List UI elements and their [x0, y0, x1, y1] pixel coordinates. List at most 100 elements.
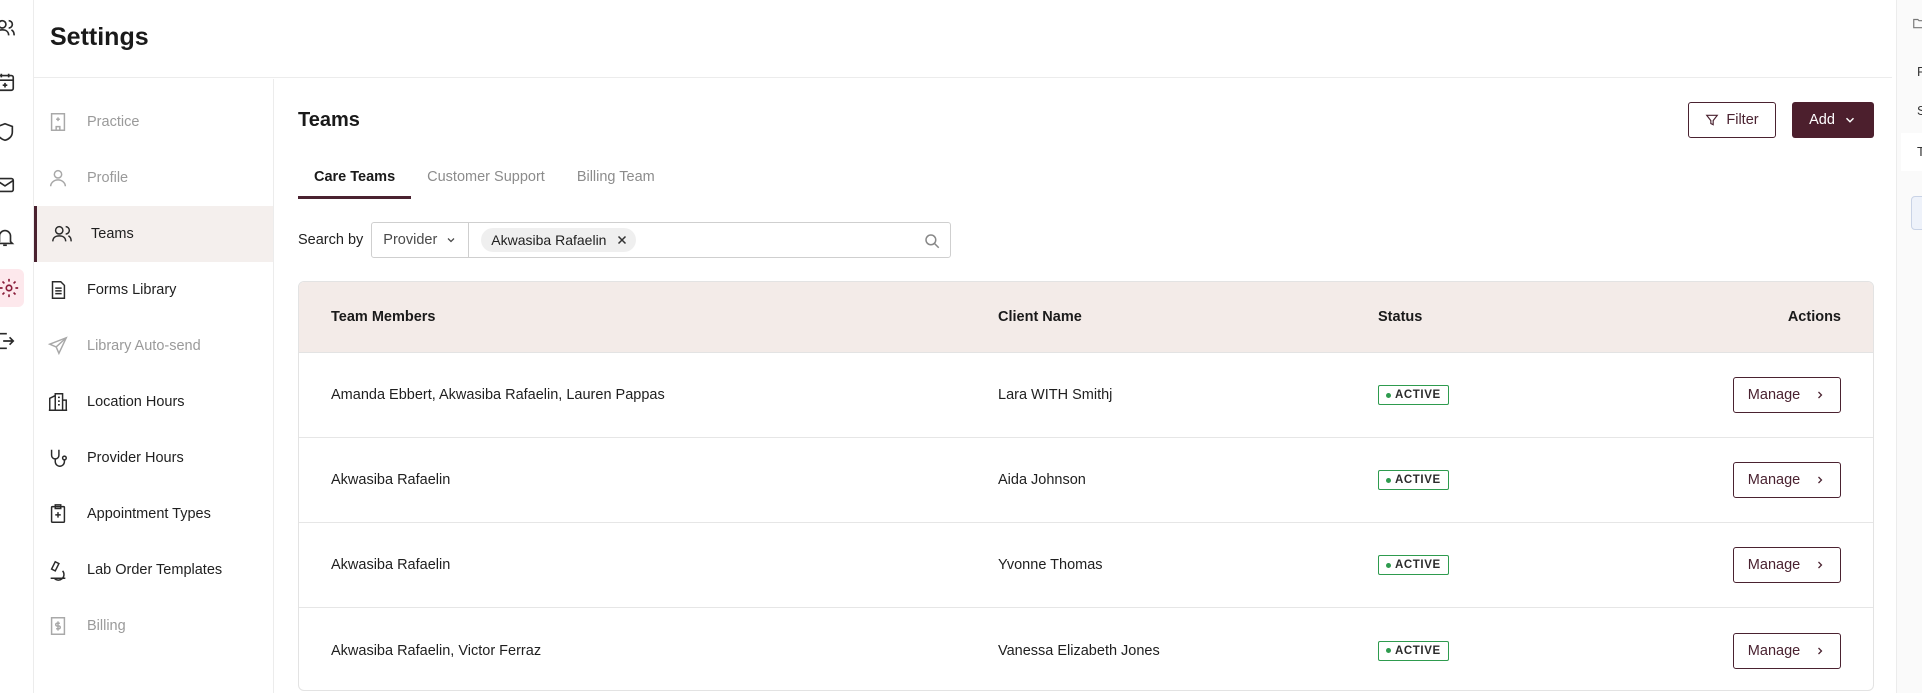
- manage-button[interactable]: Manage: [1733, 632, 1841, 669]
- filter-chip-label: Akwasiba Rafaelin: [491, 232, 607, 248]
- receipt-icon: [47, 615, 69, 637]
- teams-panel: Teams Filter Add Care Teams Customer Sup…: [274, 79, 1892, 693]
- manage-button[interactable]: Manage: [1733, 547, 1841, 583]
- chevron-right-icon: [1818, 647, 1823, 654]
- nav-item-provider-hours[interactable]: Provider Hours: [34, 430, 273, 486]
- search-icon[interactable]: [923, 232, 941, 250]
- nav-item-billing[interactable]: Billing: [34, 598, 273, 654]
- teams-table: Team Members Client Name Status Actions …: [298, 281, 1874, 691]
- side-panel-item[interactable]: T: [1917, 144, 1922, 159]
- client-name-cell: Vanessa Elizabeth Jones: [998, 642, 1160, 659]
- search-label: Search by: [298, 232, 364, 248]
- status-badge-label: ACTIVE: [1395, 389, 1441, 401]
- nav-item-profile[interactable]: Profile: [34, 150, 273, 206]
- nav-item-teams[interactable]: Teams: [34, 206, 273, 262]
- nav-item-label: Teams: [91, 226, 134, 242]
- table-row: Akwasiba Rafaelin, Victor Ferraz Vanessa…: [299, 608, 1873, 690]
- side-panel-item[interactable]: F: [1917, 64, 1922, 79]
- nav-item-location-hours[interactable]: Location Hours: [34, 374, 273, 430]
- actions-cell: Manage: [1733, 523, 1841, 607]
- mail-icon[interactable]: [0, 172, 18, 198]
- nav-item-practice[interactable]: Practice: [34, 94, 273, 150]
- nav-item-label: Appointment Types: [87, 506, 211, 522]
- users-icon[interactable]: [0, 15, 18, 41]
- nav-item-label: Practice: [87, 114, 140, 130]
- nav-item-label: Forms Library: [87, 282, 177, 298]
- chevron-down-icon: [1845, 117, 1854, 123]
- status-dot-icon: [1386, 392, 1391, 398]
- status-badge-label: ACTIVE: [1395, 474, 1441, 486]
- tab-billing-team[interactable]: Billing Team: [561, 167, 671, 199]
- close-icon[interactable]: [616, 234, 628, 246]
- city-icon: [47, 391, 69, 413]
- page-header: Settings: [34, 0, 1892, 78]
- manage-button[interactable]: Manage: [1733, 377, 1841, 413]
- status-dot-icon: [1386, 648, 1391, 653]
- gear-icon[interactable]: [0, 269, 24, 307]
- manage-button-label: Manage: [1747, 472, 1801, 488]
- side-panel-card[interactable]: [1911, 196, 1922, 230]
- settings-nav: Practice Profile Teams Forms Library Lib…: [34, 79, 274, 693]
- nav-item-library-auto-send[interactable]: Library Auto-send: [34, 318, 273, 374]
- filter-icon: [1705, 114, 1719, 126]
- status-badge-label: ACTIVE: [1395, 644, 1441, 657]
- status-badge: ACTIVE: [1378, 640, 1449, 661]
- search-input[interactable]: Provider Akwasiba Rafaelin: [371, 222, 952, 258]
- filter-button-label: Filter: [1726, 112, 1759, 128]
- tab-customer-support[interactable]: Customer Support: [411, 167, 561, 199]
- status-dot-icon: [1386, 562, 1391, 568]
- bell-icon[interactable]: [0, 224, 18, 250]
- status-cell: ACTIVE: [1378, 353, 1449, 437]
- calendar-icon[interactable]: [0, 69, 18, 95]
- filter-button[interactable]: Filter: [1688, 102, 1776, 138]
- search-field-select[interactable]: Provider: [372, 223, 470, 257]
- chevron-right-icon: [1818, 476, 1823, 484]
- nav-item-label: Billing: [87, 618, 126, 634]
- nav-item-lab-order-templates[interactable]: Lab Order Templates: [34, 542, 273, 598]
- search-field-value: Provider: [383, 232, 438, 248]
- client-name-cell: Aida Johnson: [998, 472, 1086, 488]
- status-dot-icon: [1386, 477, 1391, 483]
- team-members-cell: Akwasiba Rafaelin: [331, 472, 451, 488]
- tab-care-teams[interactable]: Care Teams: [298, 167, 412, 199]
- app-rail: [0, 0, 34, 693]
- nav-item-label: Lab Order Templates: [87, 562, 223, 578]
- client-name-cell: Yvonne Thomas: [998, 557, 1103, 573]
- side-panel-item[interactable]: S: [1917, 103, 1922, 118]
- chevron-right-icon: [1818, 561, 1823, 569]
- team-members-cell: Akwasiba Rafaelin, Victor Ferraz: [331, 642, 542, 659]
- team-members-cell: Akwasiba Rafaelin: [331, 557, 451, 573]
- table-row: Amanda Ebbert, Akwasiba Rafaelin, Lauren…: [299, 353, 1873, 438]
- users-icon: [51, 223, 73, 245]
- nav-item-label: Profile: [87, 170, 129, 186]
- column-header-actions: Actions: [1787, 309, 1841, 325]
- actions-cell: Manage: [1733, 353, 1841, 437]
- person-icon: [47, 167, 69, 189]
- manage-button[interactable]: Manage: [1733, 462, 1841, 498]
- nav-item-label: Provider Hours: [87, 450, 184, 466]
- search-row: Search by Provider Akwasiba Rafaelin: [298, 222, 952, 258]
- manage-button-label: Manage: [1747, 387, 1801, 403]
- actions-cell: Manage: [1733, 438, 1841, 522]
- shield-icon[interactable]: [0, 119, 18, 145]
- logout-icon[interactable]: [0, 328, 18, 354]
- column-header-team-members: Team Members: [331, 309, 436, 325]
- status-badge: ACTIVE: [1378, 470, 1449, 490]
- page-title: Settings: [50, 23, 149, 51]
- stethoscope-icon: [47, 447, 69, 469]
- status-badge-label: ACTIVE: [1395, 559, 1441, 571]
- send-icon: [47, 335, 69, 357]
- building-icon: [47, 111, 69, 133]
- nav-item-forms-library[interactable]: Forms Library: [34, 262, 273, 318]
- clipboard-plus-icon: [47, 503, 69, 525]
- manage-button-label: Manage: [1747, 557, 1801, 573]
- folder-icon: [1913, 18, 1922, 29]
- status-cell: ACTIVE: [1378, 608, 1449, 690]
- chevron-down-icon: [447, 238, 455, 243]
- add-button[interactable]: Add: [1792, 102, 1874, 138]
- team-members-cell: Amanda Ebbert, Akwasiba Rafaelin, Lauren…: [331, 387, 665, 403]
- nav-item-appointment-types[interactable]: Appointment Types: [34, 486, 273, 542]
- add-button-label: Add: [1809, 112, 1835, 128]
- filter-chip: Akwasiba Rafaelin: [481, 228, 637, 252]
- status-badge: ACTIVE: [1378, 555, 1449, 575]
